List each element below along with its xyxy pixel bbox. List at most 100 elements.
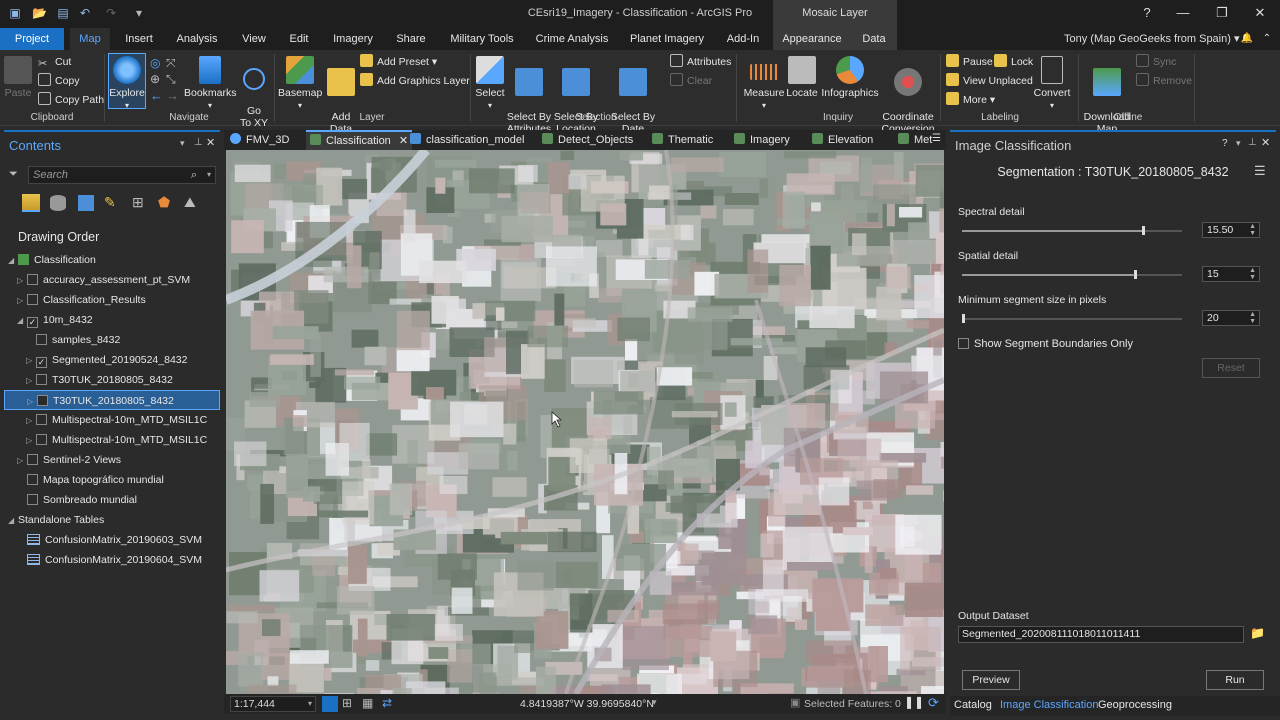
help-icon[interactable]: ? xyxy=(1222,138,1228,149)
charts-icon[interactable]: ⛰ xyxy=(184,194,196,211)
coordinate-conversion-button[interactable]: Coordinate Conversion xyxy=(880,56,936,135)
tab-appearance[interactable]: Appearance xyxy=(773,28,851,50)
minimize-button[interactable]: — xyxy=(1168,4,1198,22)
visibility-checkbox[interactable] xyxy=(27,494,38,505)
layer-item[interactable]: ◢ ✓ 10m_8432 xyxy=(4,310,220,330)
min-segment-size-input[interactable]: 20 ▲ ▼ xyxy=(1202,310,1260,326)
chevron-down-icon[interactable]: ▾ xyxy=(652,697,657,708)
editing-icon[interactable]: ✎ xyxy=(104,194,116,211)
layer-item[interactable]: ▷ Classification_Results xyxy=(4,290,220,310)
collapse-ribbon-icon[interactable]: ⌃ xyxy=(1252,30,1280,48)
expander-icon[interactable]: ▷ xyxy=(26,431,36,451)
visibility-checkbox[interactable] xyxy=(36,374,47,385)
spectral-detail-thumb[interactable] xyxy=(1142,226,1146,235)
sync-views-icon[interactable]: ⇄ xyxy=(382,696,392,710)
select-by-attributes-button[interactable]: Select By Attributes xyxy=(506,56,552,135)
expander-icon[interactable]: ◢ xyxy=(17,311,27,331)
lock-button[interactable]: Lock xyxy=(994,54,1033,70)
tab-elevation[interactable]: Elevation xyxy=(812,130,873,150)
remove-button[interactable]: Remove xyxy=(1136,73,1192,89)
chevron-down-icon[interactable]: ▾ xyxy=(207,167,211,183)
add-graphics-layer-button[interactable]: Add Graphics Layer xyxy=(360,73,470,89)
cut-button[interactable]: ✂ Cut xyxy=(38,54,71,70)
locate-button[interactable]: Locate xyxy=(786,56,818,99)
pane-menu-icon[interactable]: ▾ xyxy=(180,138,185,149)
expander-icon[interactable]: ▷ xyxy=(17,271,27,291)
pause-drawing-icon[interactable]: ❚❚ xyxy=(904,695,924,709)
tab-catalog[interactable]: Catalog xyxy=(954,699,992,711)
layer-item[interactable]: ▷ Multispectral-10m_MTD_MSIL1C xyxy=(4,410,220,430)
expander-icon[interactable]: ▷ xyxy=(17,291,27,311)
copy-path-button[interactable]: Copy Path xyxy=(38,92,104,108)
layer-item[interactable]: samples_8432 xyxy=(4,330,220,350)
min-segment-size-slider[interactable] xyxy=(962,318,1182,320)
previous-extent-icon[interactable]: ← xyxy=(150,88,163,103)
infographics-button[interactable]: Infographics xyxy=(820,56,880,99)
tab-map[interactable]: Map xyxy=(70,28,110,50)
close-tab-icon[interactable]: ✕ xyxy=(399,135,408,147)
map-canvas[interactable] xyxy=(226,150,944,694)
download-map-button[interactable]: Download Map xyxy=(1082,56,1132,135)
visibility-checkbox[interactable] xyxy=(36,414,47,425)
restore-button[interactable]: ❐ xyxy=(1207,4,1237,22)
visibility-checkbox[interactable] xyxy=(27,274,38,285)
layer-item[interactable]: ▷ ✓ Segmented_20190524_8432 xyxy=(4,350,220,370)
tab-edit[interactable]: Edit xyxy=(282,28,316,50)
close-button[interactable]: ✕ xyxy=(1245,4,1275,22)
tab-add-in[interactable]: Add-In xyxy=(720,28,766,50)
measure-button[interactable]: Measure ▾ xyxy=(742,56,786,112)
spatial-detail-slider[interactable] xyxy=(962,274,1182,276)
show-boundaries-checkbox[interactable] xyxy=(958,338,969,349)
add-preset-button[interactable]: Add Preset ▾ xyxy=(360,54,437,70)
pin-icon[interactable]: ⊥ xyxy=(194,137,203,148)
close-pane-icon[interactable]: ✕ xyxy=(206,136,215,149)
visibility-checkbox[interactable] xyxy=(36,334,47,345)
tab-thematic[interactable]: Thematic xyxy=(652,130,713,150)
explore-button[interactable]: Explore ▾ xyxy=(108,53,146,110)
spectral-detail-slider[interactable] xyxy=(962,230,1182,232)
run-button[interactable]: Run xyxy=(1206,670,1264,690)
refresh-icon[interactable]: ⟳ xyxy=(928,695,939,711)
layer-item[interactable]: Sombreado mundial xyxy=(4,490,220,510)
close-pane-icon[interactable]: ✕ xyxy=(1261,136,1270,149)
table-icon[interactable]: ▦ xyxy=(362,696,373,710)
expander-icon[interactable]: ▷ xyxy=(26,351,36,371)
tab-image-classification[interactable]: Image Classification xyxy=(1000,699,1098,711)
pin-icon[interactable]: ⊥ xyxy=(1248,137,1257,148)
tab-insert[interactable]: Insert xyxy=(118,28,160,50)
spectral-detail-input[interactable]: 15.50 ▲ ▼ xyxy=(1202,222,1260,238)
zoom-out-icon[interactable]: ⤡ xyxy=(166,72,176,87)
tab-list-icon[interactable]: ☰ xyxy=(932,133,941,144)
selection-icon[interactable] xyxy=(78,195,94,211)
tab-planet-imagery[interactable]: Planet Imagery xyxy=(624,28,710,50)
expander-icon[interactable]: ▷ xyxy=(27,392,37,412)
layer-item[interactable]: ▷ Multispectral-10m_MTD_MSIL1C xyxy=(4,430,220,450)
visibility-checkbox[interactable]: ✓ xyxy=(27,317,38,328)
tab-crime-analysis[interactable]: Crime Analysis xyxy=(532,28,612,50)
layer-item[interactable]: ▷ T30TUK_20180805_8432 xyxy=(4,390,220,410)
table-item[interactable]: ConfusionMatrix_20190603_SVM xyxy=(4,530,220,550)
tab-view[interactable]: View xyxy=(236,28,272,50)
spatial-detail-input[interactable]: 15 ▲ ▼ xyxy=(1202,266,1260,282)
preview-button[interactable]: Preview xyxy=(962,670,1020,690)
browse-folder-icon[interactable]: 📁 xyxy=(1250,626,1265,640)
tab-data[interactable]: Data xyxy=(851,28,897,50)
grid-icon[interactable]: ⊞ xyxy=(342,696,352,710)
spatial-detail-thumb[interactable] xyxy=(1133,270,1137,279)
copy-button[interactable]: Copy xyxy=(38,73,80,89)
select-button[interactable]: Select ▾ xyxy=(474,56,506,112)
fixed-scale-icon[interactable] xyxy=(322,696,338,712)
expander-icon[interactable]: ▷ xyxy=(26,371,36,391)
min-segment-size-thumb[interactable] xyxy=(962,314,965,323)
layer-item[interactable]: ▷ accuracy_assessment_pt_SVM xyxy=(4,270,220,290)
snapping-icon[interactable]: ⊞ xyxy=(132,194,144,211)
drawing-order-icon[interactable] xyxy=(22,194,40,212)
bookmarks-button[interactable]: Bookmarks ▾ xyxy=(184,56,237,112)
expander-icon[interactable]: ▷ xyxy=(26,411,36,431)
help-button[interactable]: ? xyxy=(1132,4,1162,22)
add-data-button[interactable]: Add Data xyxy=(324,56,358,135)
tab-classification[interactable]: Classification ✕ xyxy=(306,130,413,150)
tab-classification-model[interactable]: classification_model xyxy=(410,130,524,150)
sync-button[interactable]: Sync xyxy=(1136,54,1176,70)
tab-share[interactable]: Share xyxy=(390,28,432,50)
